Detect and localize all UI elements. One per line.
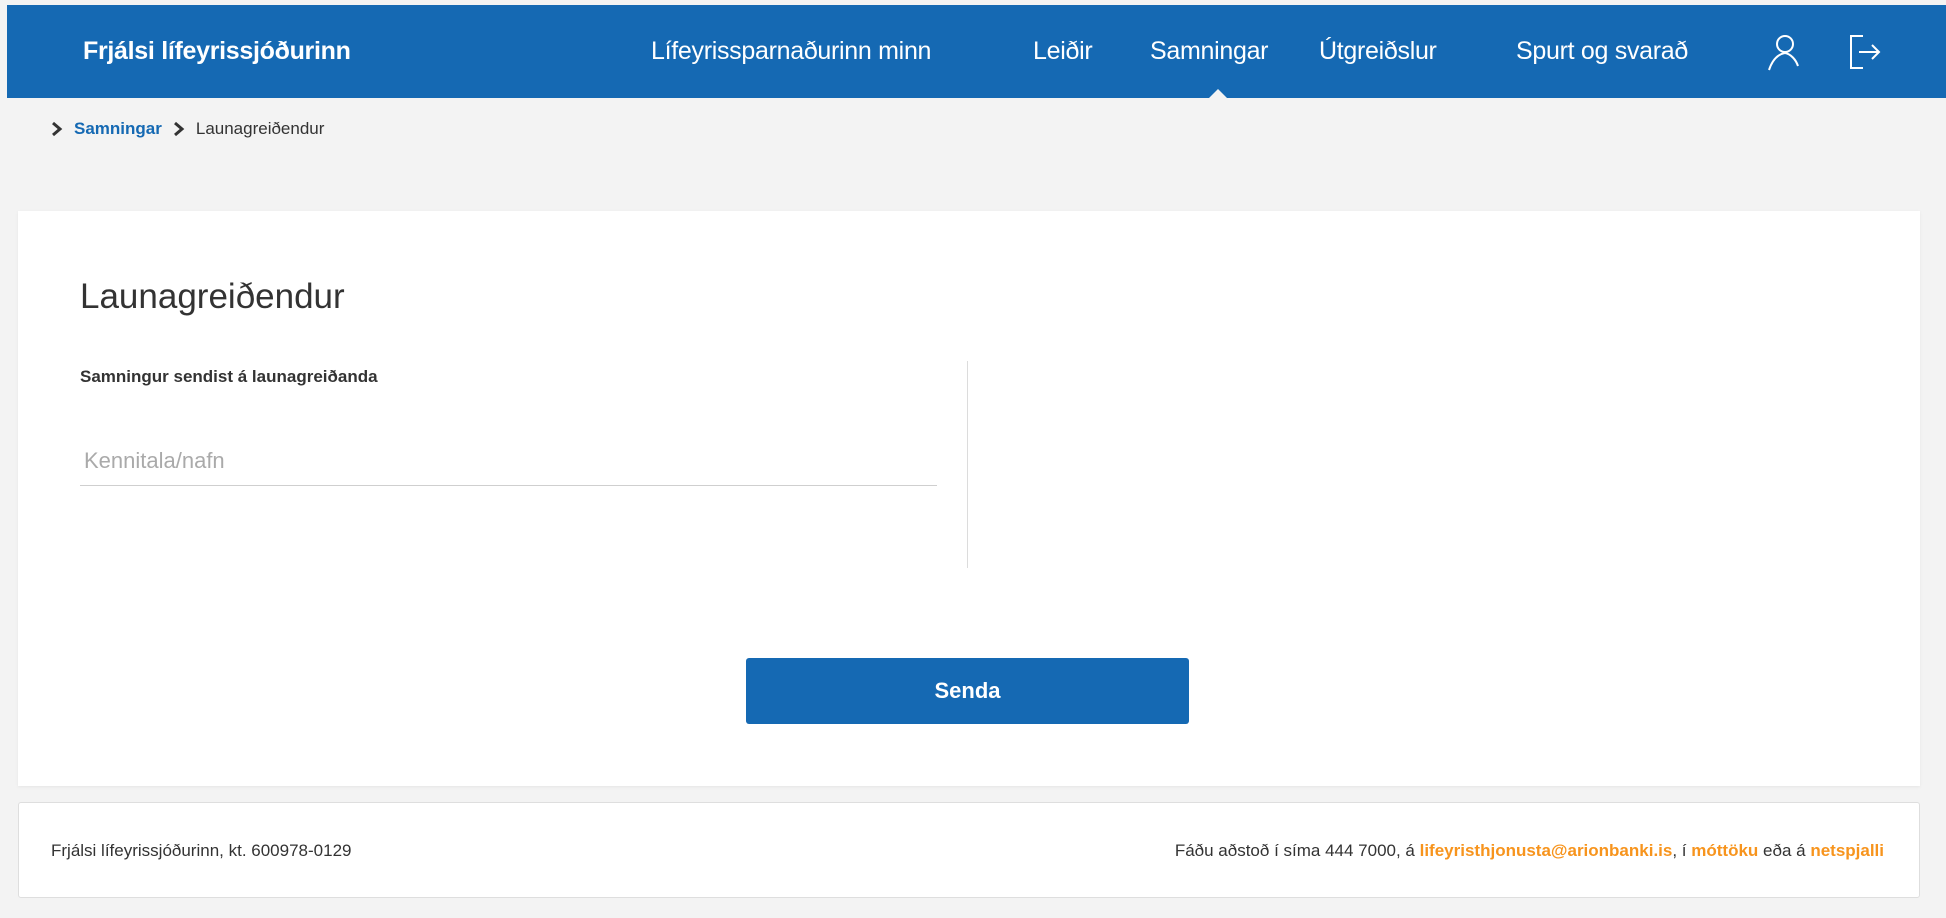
user-icon[interactable] <box>1765 32 1801 72</box>
footer-reception-link[interactable]: móttöku <box>1691 841 1758 860</box>
nav-item-spurt-og-svarad[interactable]: Spurt og svarað <box>1516 5 1688 98</box>
top-navigation-bar: Frjálsi lífeyrissjóðurinn Lífeyrissparna… <box>7 5 1946 99</box>
footer-separator: , í <box>1672 841 1692 860</box>
nav-item-lifeyrissparnadurinn[interactable]: Lífeyrissparnaðurinn minn <box>651 5 931 98</box>
page-title: Launagreiðendur <box>80 277 345 316</box>
nav-item-samningar[interactable]: Samningar <box>1150 5 1269 98</box>
chevron-right-icon <box>52 121 63 137</box>
brand-logo[interactable]: Frjálsi lífeyrissjóðurinn <box>83 5 351 98</box>
employer-field-label: Samningur sendist á launagreiðanda <box>80 367 378 386</box>
footer-company-info: Frjálsi lífeyrissjóðurinn, kt. 600978-01… <box>51 841 352 860</box>
breadcrumb-link-samningar[interactable]: Samningar <box>74 119 162 139</box>
nav-item-utgreidslur[interactable]: Útgreiðslur <box>1319 5 1437 98</box>
footer-separator: eða á <box>1758 841 1811 860</box>
breadcrumb: Samningar Launagreiðendur <box>50 117 324 141</box>
employer-search-input[interactable] <box>80 436 937 486</box>
footer-email-link[interactable]: lifeyristhjonusta@arionbanki.is <box>1420 841 1673 860</box>
footer-contact-prefix: Fáðu aðstoð í síma 444 7000, á <box>1174 841 1420 860</box>
form-card: Launagreiðendur Samningur sendist á laun… <box>18 211 1920 786</box>
chevron-right-icon <box>173 121 185 137</box>
logout-icon[interactable] <box>1847 32 1883 72</box>
column-divider <box>967 361 968 568</box>
footer-chat-link[interactable]: netspjalli <box>1810 841 1884 860</box>
nav-item-leidir[interactable]: Leiðir <box>1033 5 1093 98</box>
send-button[interactable]: Senda <box>746 658 1189 724</box>
footer-contact-info: Fáðu aðstoð í síma 444 7000, á lifeyrist… <box>1175 803 1884 899</box>
breadcrumb-current: Launagreiðendur <box>195 119 325 138</box>
active-nav-indicator <box>1208 89 1228 99</box>
footer: Frjálsi lífeyrissjóðurinn, kt. 600978-01… <box>18 802 1920 898</box>
